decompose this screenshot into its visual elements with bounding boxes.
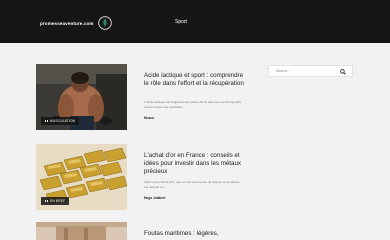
tag-icon [45,200,48,202]
post-thumbnail[interactable] [36,222,127,240]
post-excerpt: L'acide lactique fait régulièrement parl… [144,100,242,109]
category-tag[interactable]: MUSCULATION [41,117,80,125]
category-tag-label: EN BREF [50,199,66,203]
category-tag-label: MUSCULATION [50,119,76,123]
tag-icon [45,120,48,122]
post-card: Foutas maritimes : légères, [36,222,244,240]
post-card: MUSCULATION Acide lactique et sport : co… [36,64,244,132]
search-placeholder: Search... [276,69,291,73]
search-input[interactable]: Search... [268,65,353,77]
post-thumbnail[interactable]: MUSCULATION [36,64,127,130]
site-name: promesseaventure.com [40,20,94,26]
site-logo-link[interactable]: promesseaventure.com [40,16,112,30]
towels-image [36,222,127,240]
post-title[interactable]: L'achat d'or en France : conseils et idé… [144,152,244,176]
site-header: promesseaventure.com Sport [0,0,390,43]
nav-link-sport[interactable]: Sport [175,19,187,25]
post-card: EN BREF L'achat d'or en France : conseil… [36,144,244,212]
logo-icon [97,16,112,30]
post-title[interactable]: Foutas maritimes : légères, [144,230,244,238]
post-title[interactable]: Acide lactique et sport : comprendre le … [144,72,244,88]
post-category-link[interactable]: Muscu [144,116,154,120]
post-category-link[interactable]: Hugo Jolabert [144,196,165,200]
post-thumbnail[interactable]: EN BREF [36,144,127,210]
post-excerpt: Opter pour l'achat d'or, que ce soit sou… [144,180,241,189]
category-tag[interactable]: EN BREF [41,197,70,205]
search-icon[interactable] [340,68,346,75]
